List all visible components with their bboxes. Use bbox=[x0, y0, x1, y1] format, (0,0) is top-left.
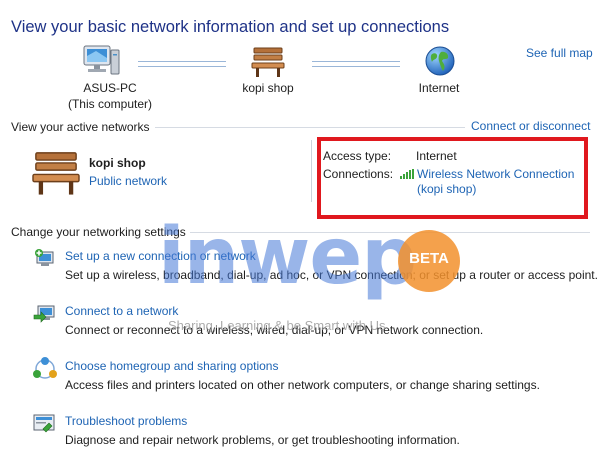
computer-sublabel: (This computer) bbox=[67, 97, 153, 111]
watermark-logo: inwep bbox=[158, 212, 417, 302]
wifi-signal-icon bbox=[400, 169, 414, 179]
connection-ssid-link[interactable]: (kopi shop) bbox=[417, 182, 476, 196]
watermark-tagline: Sharing, Learning & be Smart with Us bbox=[168, 318, 386, 333]
troubleshoot-link[interactable]: Troubleshoot problems bbox=[65, 414, 187, 428]
homegroup-link[interactable]: Choose homegroup and sharing options bbox=[65, 359, 278, 373]
section-divider bbox=[155, 127, 465, 128]
bench-icon bbox=[32, 152, 80, 195]
troubleshoot-desc: Diagnose and repair network problems, or… bbox=[65, 433, 460, 447]
watermark-beta-badge: BETA bbox=[398, 230, 460, 292]
computer-name: ASUS-PC bbox=[83, 81, 137, 95]
new-connection-icon bbox=[35, 249, 54, 266]
bench-icon bbox=[251, 47, 285, 77]
map-node-computer[interactable]: ASUS-PC (This computer) bbox=[60, 44, 160, 112]
see-full-map-link[interactable]: See full map bbox=[526, 46, 593, 60]
vertical-divider bbox=[311, 140, 312, 202]
access-type-value: Internet bbox=[416, 149, 457, 163]
access-type-label: Access type: bbox=[323, 149, 392, 163]
computer-icon bbox=[83, 45, 120, 75]
connect-or-disconnect-link[interactable]: Connect or disconnect bbox=[471, 119, 590, 133]
map-node-internet[interactable]: Internet bbox=[404, 44, 474, 96]
map-connector bbox=[138, 61, 226, 67]
homegroup-desc: Access files and printers located on oth… bbox=[65, 378, 540, 392]
internet-node-label: Internet bbox=[418, 81, 460, 95]
troubleshoot-icon bbox=[33, 414, 55, 433]
active-networks-heading: View your active networks bbox=[11, 120, 150, 134]
map-node-network[interactable]: kopi shop bbox=[228, 44, 308, 96]
connect-network-icon bbox=[33, 305, 55, 323]
page-title: View your basic network information and … bbox=[11, 18, 450, 36]
connect-network-link[interactable]: Connect to a network bbox=[65, 304, 178, 318]
active-network-name: kopi shop bbox=[89, 156, 146, 170]
network-category-link[interactable]: Public network bbox=[89, 174, 167, 188]
wireless-connection-link[interactable]: Wireless Network Connection bbox=[417, 167, 574, 181]
homegroup-icon bbox=[33, 357, 57, 379]
globe-icon bbox=[425, 46, 455, 76]
connections-label: Connections: bbox=[323, 167, 394, 181]
map-connector bbox=[312, 61, 400, 67]
network-node-label: kopi shop bbox=[242, 81, 294, 95]
